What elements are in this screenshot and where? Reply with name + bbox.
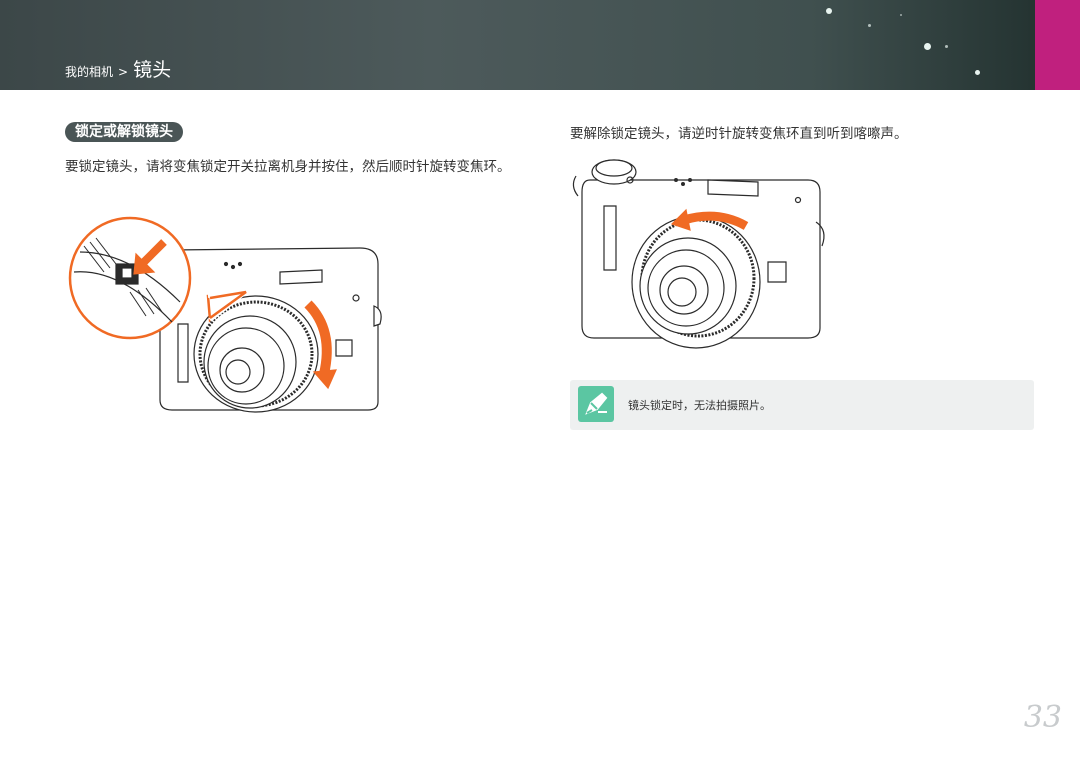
breadcrumb-current: 镜头 — [133, 59, 172, 81]
breadcrumb: 我的相机 > 镜头 — [65, 55, 171, 82]
lock-instruction: 要锁定镜头，请将变焦锁定开关拉离机身并按住，然后顺时针旋转变焦环。 — [65, 159, 511, 175]
breadcrumb-separator: > — [118, 65, 129, 79]
header-banner: 我的相机 > 镜头 — [0, 0, 1080, 90]
chapter-tab[interactable] — [1035, 0, 1080, 90]
sparkle-decoration — [945, 45, 948, 48]
page-number: 33 — [1023, 700, 1062, 735]
sparkle-decoration — [868, 24, 871, 27]
unlock-lens-illustration — [572, 159, 825, 349]
sparkle-decoration — [826, 8, 832, 14]
sparkle-decoration — [975, 70, 980, 75]
note-text: 镜头锁定时，无法拍摄照片。 — [628, 399, 771, 412]
breadcrumb-parent[interactable]: 我的相机 — [65, 63, 113, 80]
note-box: 镜头锁定时，无法拍摄照片。 — [570, 380, 1034, 430]
lock-lens-illustration — [68, 216, 382, 413]
section-title: 锁定或解锁镜头 — [65, 122, 183, 142]
pencil-note-icon — [578, 386, 614, 422]
sparkle-decoration — [924, 43, 931, 50]
unlock-instruction: 要解除锁定镜头，请逆时针旋转变焦环直到听到喀嚓声。 — [570, 126, 908, 142]
sparkle-decoration — [900, 14, 902, 16]
